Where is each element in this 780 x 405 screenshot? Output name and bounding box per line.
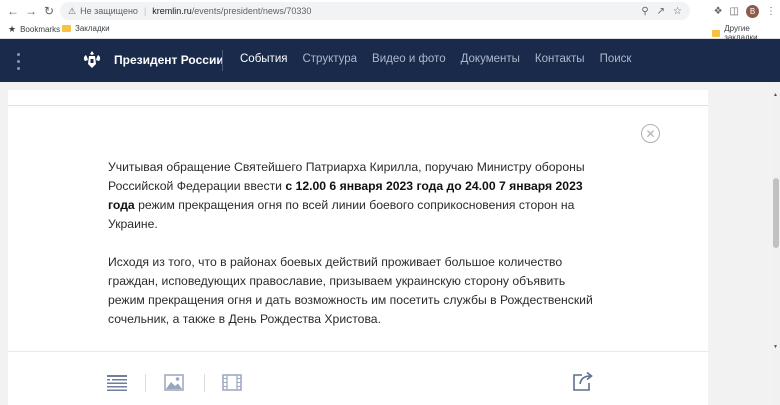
close-icon[interactable]: ✕ <box>641 124 660 143</box>
share-icon[interactable]: ↗ <box>657 6 665 17</box>
nav-item-events[interactable]: События <box>240 53 287 65</box>
article-card: ✕ Учитывая обращение Святейшего Патриарх… <box>8 90 708 405</box>
scroll-down-arrow-icon[interactable]: ▼ <box>773 344 778 350</box>
address-separator: | <box>143 6 147 16</box>
folder-icon <box>712 29 721 37</box>
article-paragraph: Исходя из того, что в районах боевых дей… <box>108 255 593 326</box>
nav-item-search[interactable]: Поиск <box>600 53 632 65</box>
header-divider <box>222 50 223 71</box>
page-scrollbar[interactable]: ▲ ▼ <box>772 82 780 405</box>
paragraph-text: режим прекращения огня по всей линии бое… <box>108 198 575 231</box>
nav-item-video-photo[interactable]: Видео и фото <box>372 53 446 65</box>
page-body: ✕ Учитывая обращение Святейшего Патриарх… <box>0 82 772 405</box>
bookmark-label: Закладки <box>75 24 110 33</box>
sidepanel-icon[interactable]: ◫ <box>730 6 739 17</box>
share-out-icon[interactable] <box>572 371 594 391</box>
browser-toolbar: ← → ↻ ⚠ Не защищено | kremlin.ru /events… <box>0 0 780 22</box>
address-bar[interactable]: ⚠ Не защищено | kremlin.ru /events/presi… <box>60 2 690 20</box>
bookmark-bookmarks[interactable]: ★ Bookmarks <box>8 24 60 35</box>
url-host: kremlin.ru <box>152 6 192 16</box>
warning-icon: ⚠ <box>68 5 77 16</box>
video-view-icon[interactable] <box>222 374 242 391</box>
folder-icon <box>62 25 71 32</box>
url-path: /events/president/news/70330 <box>191 6 312 16</box>
avatar[interactable]: B <box>746 4 759 18</box>
back-arrow-icon[interactable]: ← <box>3 0 23 22</box>
star-icon: ★ <box>8 24 17 34</box>
site-name[interactable]: Президент России <box>114 53 224 67</box>
toolbar-separator <box>8 351 708 352</box>
scroll-up-arrow-icon[interactable]: ▲ <box>773 92 778 98</box>
main-nav: События Структура Видео и фото Документы… <box>240 53 631 65</box>
bookmarks-bar: ★ Bookmarks Закладки Другие закладки <box>0 22 780 42</box>
zoom-icon[interactable]: ⚲ <box>641 6 648 17</box>
card-top-line <box>8 105 708 106</box>
menu-dots-icon[interactable] <box>15 53 21 70</box>
toolbar-divider <box>204 374 205 392</box>
nav-item-contacts[interactable]: Контакты <box>535 53 585 65</box>
security-label: Не защищено <box>80 6 138 16</box>
site-header: Президент России События Структура Видео… <box>0 39 780 82</box>
forward-arrow-icon[interactable]: → <box>21 0 41 22</box>
scroll-thumb[interactable] <box>773 178 779 248</box>
kebab-icon[interactable]: ⋮ <box>766 6 776 17</box>
nav-item-structure[interactable]: Структура <box>302 53 357 65</box>
emblem-icon[interactable] <box>80 48 104 72</box>
toolbar-divider <box>145 374 146 392</box>
bookmark-folder[interactable]: Закладки <box>62 24 110 33</box>
text-view-icon[interactable] <box>106 374 128 392</box>
nav-item-documents[interactable]: Документы <box>461 53 520 65</box>
star-icon[interactable]: ☆ <box>673 6 682 17</box>
image-view-icon[interactable] <box>164 374 184 391</box>
extensions-icon[interactable]: ❖ <box>714 6 723 17</box>
reload-icon[interactable]: ↻ <box>39 0 59 22</box>
bookmark-label: Bookmarks <box>20 25 61 34</box>
article-paragraph: Учитывая обращение Святейшего Патриарха … <box>108 158 598 234</box>
